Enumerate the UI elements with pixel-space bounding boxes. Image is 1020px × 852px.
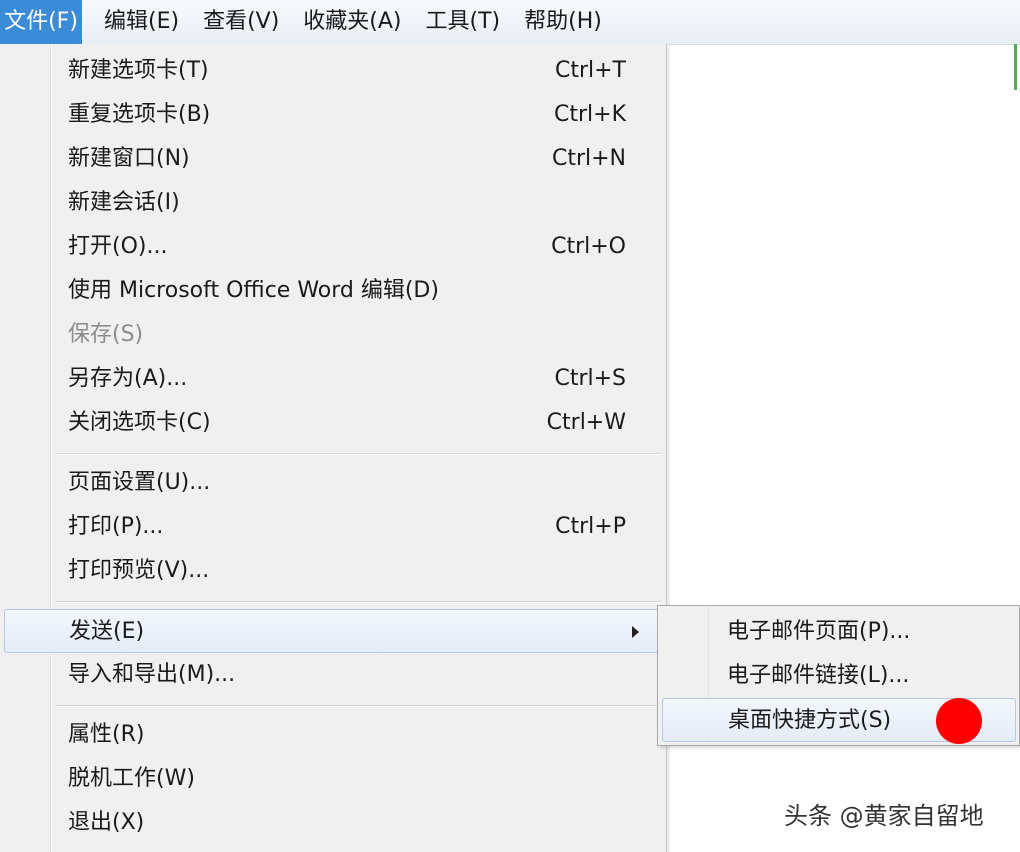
menu-item-label: 保存(S)	[68, 322, 144, 347]
red-dot-annotation	[936, 698, 982, 744]
menu-item-label: 打开(O)...	[68, 234, 168, 259]
menu-item-edit-with-word[interactable]: 使用 Microsoft Office Word 编辑(D)	[4, 269, 660, 313]
menu-item-print[interactable]: 打印(P)... Ctrl+P	[4, 505, 660, 549]
menu-item-print-preview[interactable]: 打印预览(V)...	[4, 549, 660, 593]
menu-item-shortcut: Ctrl+T	[554, 58, 626, 83]
menu-item-shortcut: Ctrl+O	[551, 234, 626, 259]
menu-item-import-export[interactable]: 导入和导出(M)...	[4, 653, 660, 697]
menu-view[interactable]: 查看(V)	[191, 0, 291, 44]
file-dropdown: 新建选项卡(T) Ctrl+T 重复选项卡(B) Ctrl+K 新建窗口(N) …	[0, 44, 667, 852]
menu-item-properties[interactable]: 属性(R)	[4, 713, 660, 757]
menu-item-label: 新建选项卡(T)	[68, 58, 209, 83]
menu-item-shortcut: Ctrl+P	[555, 514, 626, 539]
menu-item-open[interactable]: 打开(O)... Ctrl+O	[4, 225, 660, 269]
menu-item-save: 保存(S)	[4, 313, 660, 357]
menu-item-label: 重复选项卡(B)	[68, 102, 211, 127]
menu-item-label: 属性(R)	[68, 722, 145, 747]
watermark-text: 头条 @黄家自留地	[784, 802, 984, 830]
menu-separator	[56, 453, 662, 455]
menu-help[interactable]: 帮助(H)	[512, 0, 614, 44]
menu-item-work-offline[interactable]: 脱机工作(W)	[4, 757, 660, 801]
menu-item-label: 另存为(A)...	[68, 366, 188, 391]
submenu-arrow-icon	[632, 626, 639, 638]
menu-edit[interactable]: 编辑(E)	[92, 0, 191, 44]
menu-item-label: 导入和导出(M)...	[68, 662, 236, 687]
menu-item-page-setup[interactable]: 页面设置(U)...	[4, 461, 660, 505]
menu-item-label: 页面设置(U)...	[68, 470, 211, 495]
menu-item-label: 打印(P)...	[68, 514, 164, 539]
menu-item-label: 使用 Microsoft Office Word 编辑(D)	[68, 278, 439, 303]
menu-item-label: 脱机工作(W)	[68, 766, 195, 791]
menu-tools[interactable]: 工具(T)	[414, 0, 513, 44]
menu-item-shortcut: Ctrl+N	[551, 146, 626, 171]
menu-item-new-tab[interactable]: 新建选项卡(T) Ctrl+T	[4, 49, 660, 93]
menu-item-duplicate-tab[interactable]: 重复选项卡(B) Ctrl+K	[4, 93, 660, 137]
menu-item-shortcut: Ctrl+K	[553, 102, 626, 127]
menu-item-label: 打印预览(V)...	[68, 558, 210, 583]
menu-separator	[56, 705, 662, 707]
menu-item-close-tab[interactable]: 关闭选项卡(C) Ctrl+W	[4, 401, 660, 445]
menu-item-save-as[interactable]: 另存为(A)... Ctrl+S	[4, 357, 660, 401]
menu-separator	[56, 601, 662, 603]
menu-item-label: 退出(X)	[68, 810, 145, 835]
menu-item-label: 新建会话(I)	[68, 190, 180, 215]
menu-bar: 文件(F) 编辑(E) 查看(V) 收藏夹(A) 工具(T) 帮助(H)	[0, 0, 1020, 45]
menu-item-new-session[interactable]: 新建会话(I)	[4, 181, 660, 225]
menu-item-label: 关闭选项卡(C)	[68, 410, 211, 435]
submenu-item-label: 电子邮件页面(P)...	[727, 619, 911, 644]
menu-item-shortcut: Ctrl+W	[546, 410, 626, 435]
submenu-item-email-link[interactable]: 电子邮件链接(L)...	[662, 654, 1016, 698]
submenu-item-label: 桌面快捷方式(S)	[728, 708, 892, 733]
submenu-item-label: 电子邮件链接(L)...	[727, 663, 910, 688]
submenu-item-email-page[interactable]: 电子邮件页面(P)...	[662, 610, 1016, 654]
menu-item-shortcut: Ctrl+S	[554, 366, 626, 391]
menu-item-new-window[interactable]: 新建窗口(N) Ctrl+N	[4, 137, 660, 181]
menu-file[interactable]: 文件(F)	[0, 0, 82, 44]
page-edge-accent	[1014, 44, 1017, 90]
menu-item-label: 新建窗口(N)	[68, 146, 190, 171]
menu-item-label: 发送(E)	[69, 619, 145, 644]
menu-item-exit[interactable]: 退出(X)	[4, 801, 660, 845]
menu-item-send[interactable]: 发送(E)	[4, 609, 660, 653]
menu-favorites[interactable]: 收藏夹(A)	[291, 0, 413, 44]
